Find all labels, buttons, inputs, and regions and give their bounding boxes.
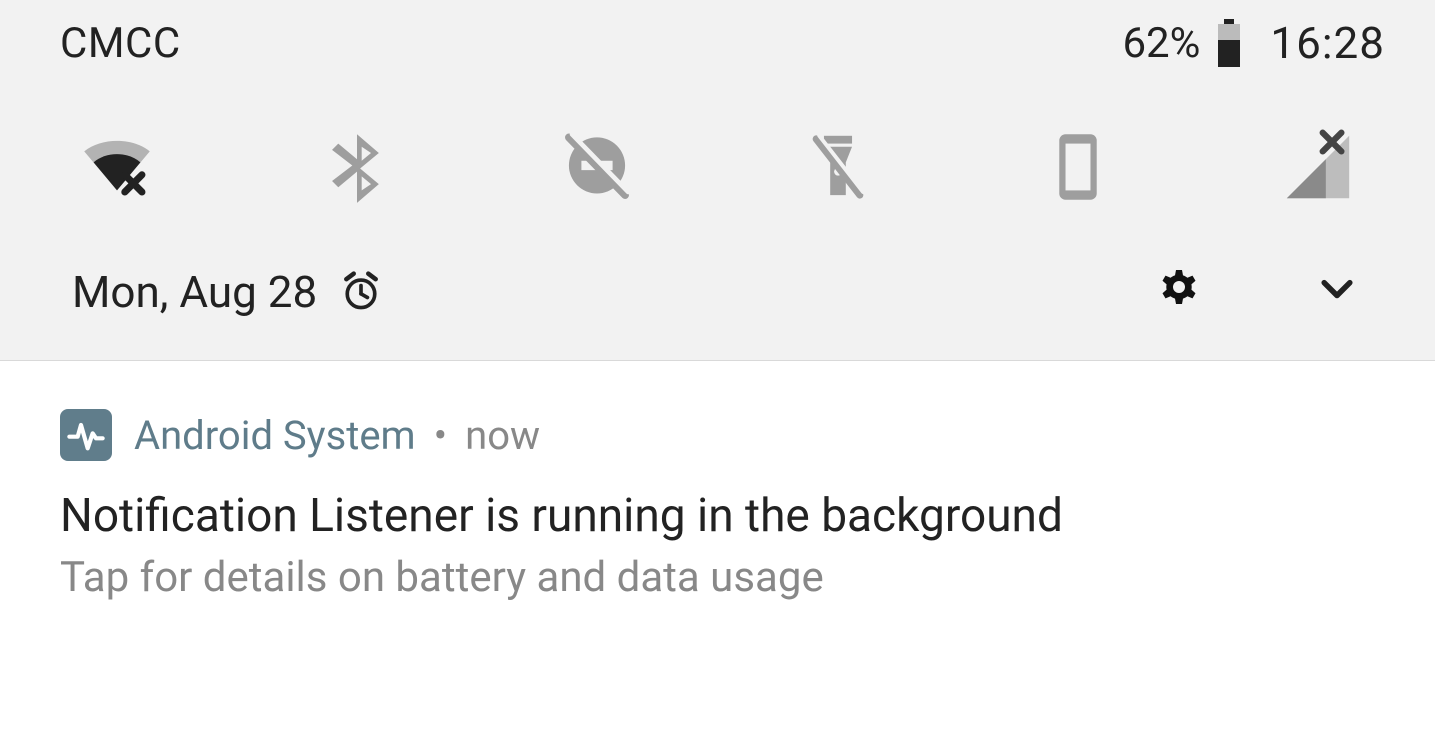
notification-header: Android System • now — [60, 409, 1379, 461]
system-activity-icon — [60, 409, 112, 461]
battery-percent: 62% — [1122, 19, 1200, 68]
flashlight-off-icon — [799, 128, 877, 210]
notification-time: now — [465, 412, 540, 459]
notification-title: Notification Listener is running in the … — [60, 489, 1379, 543]
notification-card[interactable]: Android System • now Notification Listen… — [0, 361, 1435, 652]
bluetooth-toggle[interactable] — [312, 124, 402, 214]
notification-body: Tap for details on battery and data usag… — [60, 553, 1379, 602]
wifi-toggle[interactable] — [72, 124, 162, 214]
status-right-group: 62% 16:28 — [1122, 17, 1385, 69]
battery-icon — [1216, 19, 1242, 67]
dnd-toggle[interactable] — [552, 124, 642, 214]
flashlight-toggle[interactable] — [793, 124, 883, 214]
date-bar: Mon, Aug 28 — [0, 250, 1435, 360]
wifi-error-icon — [78, 128, 156, 210]
do-not-disturb-off-icon — [558, 128, 636, 210]
quick-toggle-row — [0, 72, 1435, 250]
signal-no-data-icon — [1279, 128, 1357, 210]
cellular-toggle[interactable] — [1273, 124, 1363, 214]
bluetooth-icon — [318, 128, 396, 210]
gear-icon — [1155, 266, 1203, 318]
expand-button[interactable] — [1315, 268, 1359, 316]
carrier-label: CMCC — [60, 19, 181, 68]
chevron-down-icon — [1315, 268, 1359, 316]
date-label: Mon, Aug 28 — [72, 266, 317, 318]
portrait-toggle[interactable] — [1033, 124, 1123, 214]
quick-settings-panel: CMCC 62% 16:28 — [0, 0, 1435, 361]
notification-app-name: Android System — [134, 412, 416, 459]
portrait-icon — [1039, 128, 1117, 210]
clock: 16:28 — [1270, 17, 1385, 69]
alarm-icon — [339, 270, 383, 314]
settings-button[interactable] — [1155, 266, 1203, 318]
separator-dot: • — [434, 412, 448, 459]
status-bar: CMCC 62% 16:28 — [0, 0, 1435, 72]
